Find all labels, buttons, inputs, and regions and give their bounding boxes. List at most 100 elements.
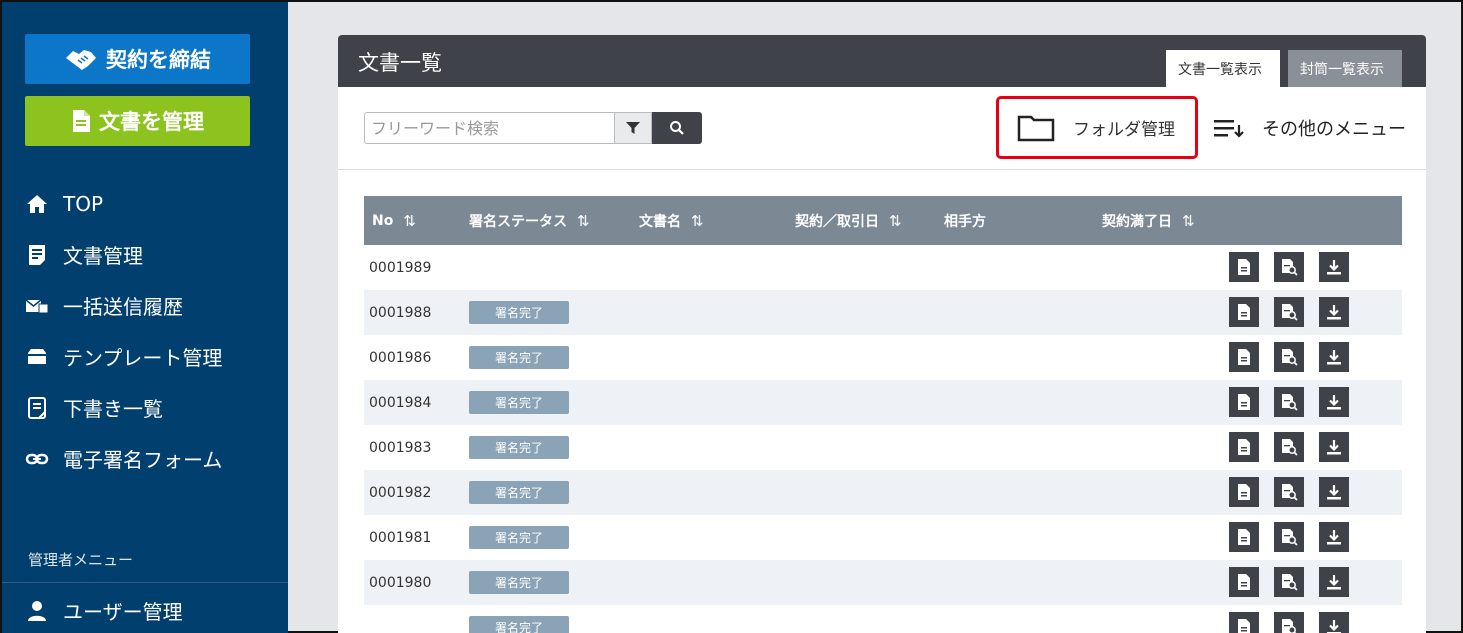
document-icon xyxy=(1235,393,1253,411)
filter-button[interactable] xyxy=(614,112,652,144)
folder-management-button[interactable]: フォルダ管理 xyxy=(996,96,1198,159)
sidebar-item-template-management[interactable]: テンプレート管理 xyxy=(2,331,288,382)
panel-header: 文書一覧 文書一覧表示 封筒一覧表示 xyxy=(338,35,1426,87)
preview-search-icon xyxy=(1280,618,1298,633)
sort-menu-icon xyxy=(1214,120,1244,138)
sidebar-item-bulk-send-history[interactable]: 一括送信履歴 xyxy=(2,280,288,331)
document-view-button[interactable] xyxy=(1229,567,1259,597)
search-button[interactable] xyxy=(652,112,702,144)
column-header-expiry-date[interactable]: 契約満了日 ⇅ xyxy=(1102,196,1195,245)
status-badge: 署名完了 xyxy=(469,346,569,369)
document-number: 0001980 xyxy=(369,574,432,591)
download-button[interactable] xyxy=(1319,432,1349,462)
table-row[interactable]: 0001983 署名完了 xyxy=(364,425,1402,470)
sidebar-item-label: TOP xyxy=(63,191,104,216)
sidebar-item-label: ユーザー管理 xyxy=(63,600,183,624)
sidebar-item-document-management[interactable]: 文書管理 xyxy=(2,229,288,280)
other-menu-label: その他のメニュー xyxy=(1262,119,1406,140)
document-view-button[interactable] xyxy=(1229,387,1259,417)
table-row[interactable]: 署名完了 xyxy=(364,605,1402,633)
column-header-document-name[interactable]: 文書名 ⇅ xyxy=(639,196,704,245)
download-button[interactable] xyxy=(1319,342,1349,372)
preview-search-icon xyxy=(1280,438,1298,456)
download-button[interactable] xyxy=(1319,477,1349,507)
sort-icon: ⇅ xyxy=(691,211,704,230)
document-view-button[interactable] xyxy=(1229,522,1259,552)
tab-envelope-list[interactable]: 封筒一覧表示 xyxy=(1288,50,1402,87)
preview-button[interactable] xyxy=(1274,342,1304,372)
column-header-status[interactable]: 署名ステータス ⇅ xyxy=(469,196,590,245)
table-row[interactable]: 0001988 署名完了 xyxy=(364,290,1402,335)
download-button[interactable] xyxy=(1319,522,1349,552)
download-button[interactable] xyxy=(1319,387,1349,417)
template-icon xyxy=(28,348,46,364)
column-header-counterparty[interactable]: 相手方 xyxy=(944,196,986,245)
table-row[interactable]: 0001989 xyxy=(364,245,1402,290)
table-row[interactable]: 0001984 署名完了 xyxy=(364,380,1402,425)
document-view-button[interactable] xyxy=(1229,252,1259,282)
document-number: 0001981 xyxy=(369,529,432,546)
table-row[interactable]: 0001986 署名完了 xyxy=(364,335,1402,380)
preview-button[interactable] xyxy=(1274,387,1304,417)
document-number: 0001983 xyxy=(369,439,432,456)
status-badge: 署名完了 xyxy=(469,436,569,459)
preview-button[interactable] xyxy=(1274,522,1304,552)
document-icon xyxy=(1235,438,1253,456)
sidebar: 契約を締結 文書を管理 TOP 文書管理 一括送信履歴 テンプレート管理 下書き… xyxy=(2,2,288,633)
download-button[interactable] xyxy=(1319,252,1349,282)
sort-icon: ⇅ xyxy=(889,211,902,230)
other-menu-button[interactable]: その他のメニュー xyxy=(1214,115,1406,141)
download-icon xyxy=(1325,438,1343,456)
document-view-button[interactable] xyxy=(1229,477,1259,507)
sidebar-item-label: 一括送信履歴 xyxy=(63,295,183,319)
document-icon xyxy=(1235,258,1253,276)
sidebar-item-e-signature-form[interactable]: 電子署名フォーム xyxy=(2,433,288,484)
search-icon xyxy=(670,121,684,135)
document-view-button[interactable] xyxy=(1229,432,1259,462)
download-icon xyxy=(1325,618,1343,633)
preview-button[interactable] xyxy=(1274,297,1304,327)
download-button[interactable] xyxy=(1319,567,1349,597)
table-row[interactable]: 0001981 署名完了 xyxy=(364,515,1402,560)
document-view-button[interactable] xyxy=(1229,342,1259,372)
preview-button[interactable] xyxy=(1274,252,1304,282)
folder-management-label: フォルダ管理 xyxy=(1073,120,1175,140)
handshake-icon xyxy=(66,50,96,70)
table-row[interactable]: 0001982 署名完了 xyxy=(364,470,1402,515)
document-view-button[interactable] xyxy=(1229,297,1259,327)
download-icon xyxy=(1325,528,1343,546)
tab-document-list[interactable]: 文書一覧表示 xyxy=(1166,50,1280,87)
sidebar-item-user-management[interactable]: ユーザー管理 xyxy=(2,585,288,633)
sort-icon: ⇅ xyxy=(577,211,590,230)
status-badge: 署名完了 xyxy=(469,526,569,549)
preview-button[interactable] xyxy=(1274,432,1304,462)
download-button[interactable] xyxy=(1319,297,1349,327)
divider xyxy=(2,582,288,583)
sidebar-item-label: 電子署名フォーム xyxy=(63,448,223,472)
preview-search-icon xyxy=(1280,573,1298,591)
sidebar-nav: TOP 文書管理 一括送信履歴 テンプレート管理 下書き一覧 電子署名フォーム xyxy=(2,178,288,484)
preview-button[interactable] xyxy=(1274,567,1304,597)
folder-icon xyxy=(1017,115,1055,141)
preview-search-icon xyxy=(1280,258,1298,276)
status-badge: 署名完了 xyxy=(469,571,569,594)
download-button[interactable] xyxy=(1319,612,1349,633)
bulk-send-icon xyxy=(25,298,49,313)
contract-button[interactable]: 契約を締結 xyxy=(25,34,250,84)
preview-button[interactable] xyxy=(1274,612,1304,633)
document-icon xyxy=(73,110,90,132)
search-input[interactable] xyxy=(364,112,614,144)
sidebar-item-label: テンプレート管理 xyxy=(63,346,223,370)
status-badge: 署名完了 xyxy=(469,481,569,504)
page-title: 文書一覧 xyxy=(358,51,442,75)
column-header-no[interactable]: No ⇅ xyxy=(372,196,416,245)
preview-search-icon xyxy=(1280,483,1298,501)
document-view-button[interactable] xyxy=(1229,612,1259,633)
table-row[interactable]: 0001980 署名完了 xyxy=(364,560,1402,605)
preview-button[interactable] xyxy=(1274,477,1304,507)
manage-documents-button[interactable]: 文書を管理 xyxy=(25,96,250,146)
filter-icon xyxy=(626,122,640,134)
sidebar-item-drafts[interactable]: 下書き一覧 xyxy=(2,382,288,433)
column-header-contract-date[interactable]: 契約／取引日 ⇅ xyxy=(795,196,902,245)
sidebar-item-top[interactable]: TOP xyxy=(2,178,288,229)
